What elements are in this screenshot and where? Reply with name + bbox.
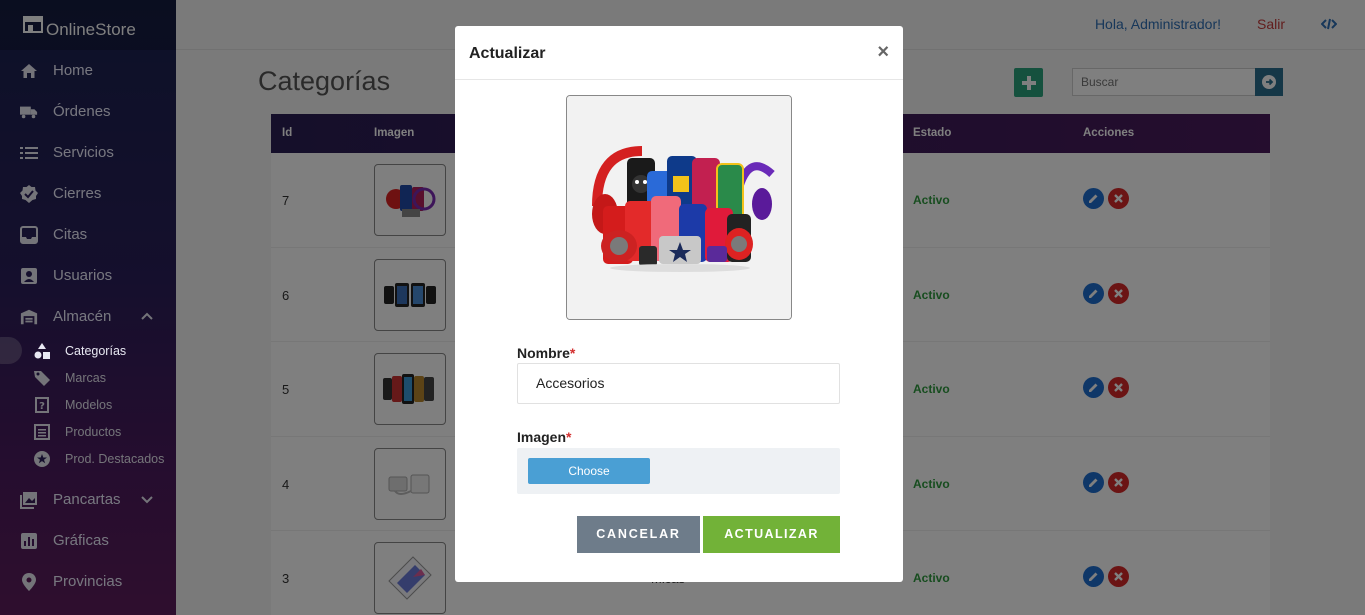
update-button[interactable]: ACTUALIZAR <box>703 516 840 553</box>
update-category-modal: Actualizar × Nombre* Accesorios Imagen* … <box>455 26 903 582</box>
cancel-button[interactable]: CANCELAR <box>577 516 700 553</box>
required-mark: * <box>566 429 572 445</box>
shapes-icon <box>34 342 50 359</box>
category-image-preview <box>566 95 792 320</box>
nombre-label-text: Nombre <box>517 345 570 361</box>
imagen-label: Imagen* <box>517 429 571 445</box>
modal-header: Actualizar × <box>455 26 903 80</box>
imagen-label-text: Imagen <box>517 429 567 445</box>
modal-title: Actualizar <box>469 45 546 62</box>
choose-file-button[interactable]: Choose <box>528 458 650 484</box>
close-icon[interactable]: × <box>877 42 889 62</box>
required-mark: * <box>569 345 576 361</box>
sidebar-subitem-label: Categorías <box>65 343 127 358</box>
image-file-input: Choose <box>517 448 840 494</box>
nombre-field[interactable]: Accesorios <box>517 363 840 404</box>
nombre-label: Nombre* <box>517 345 575 361</box>
